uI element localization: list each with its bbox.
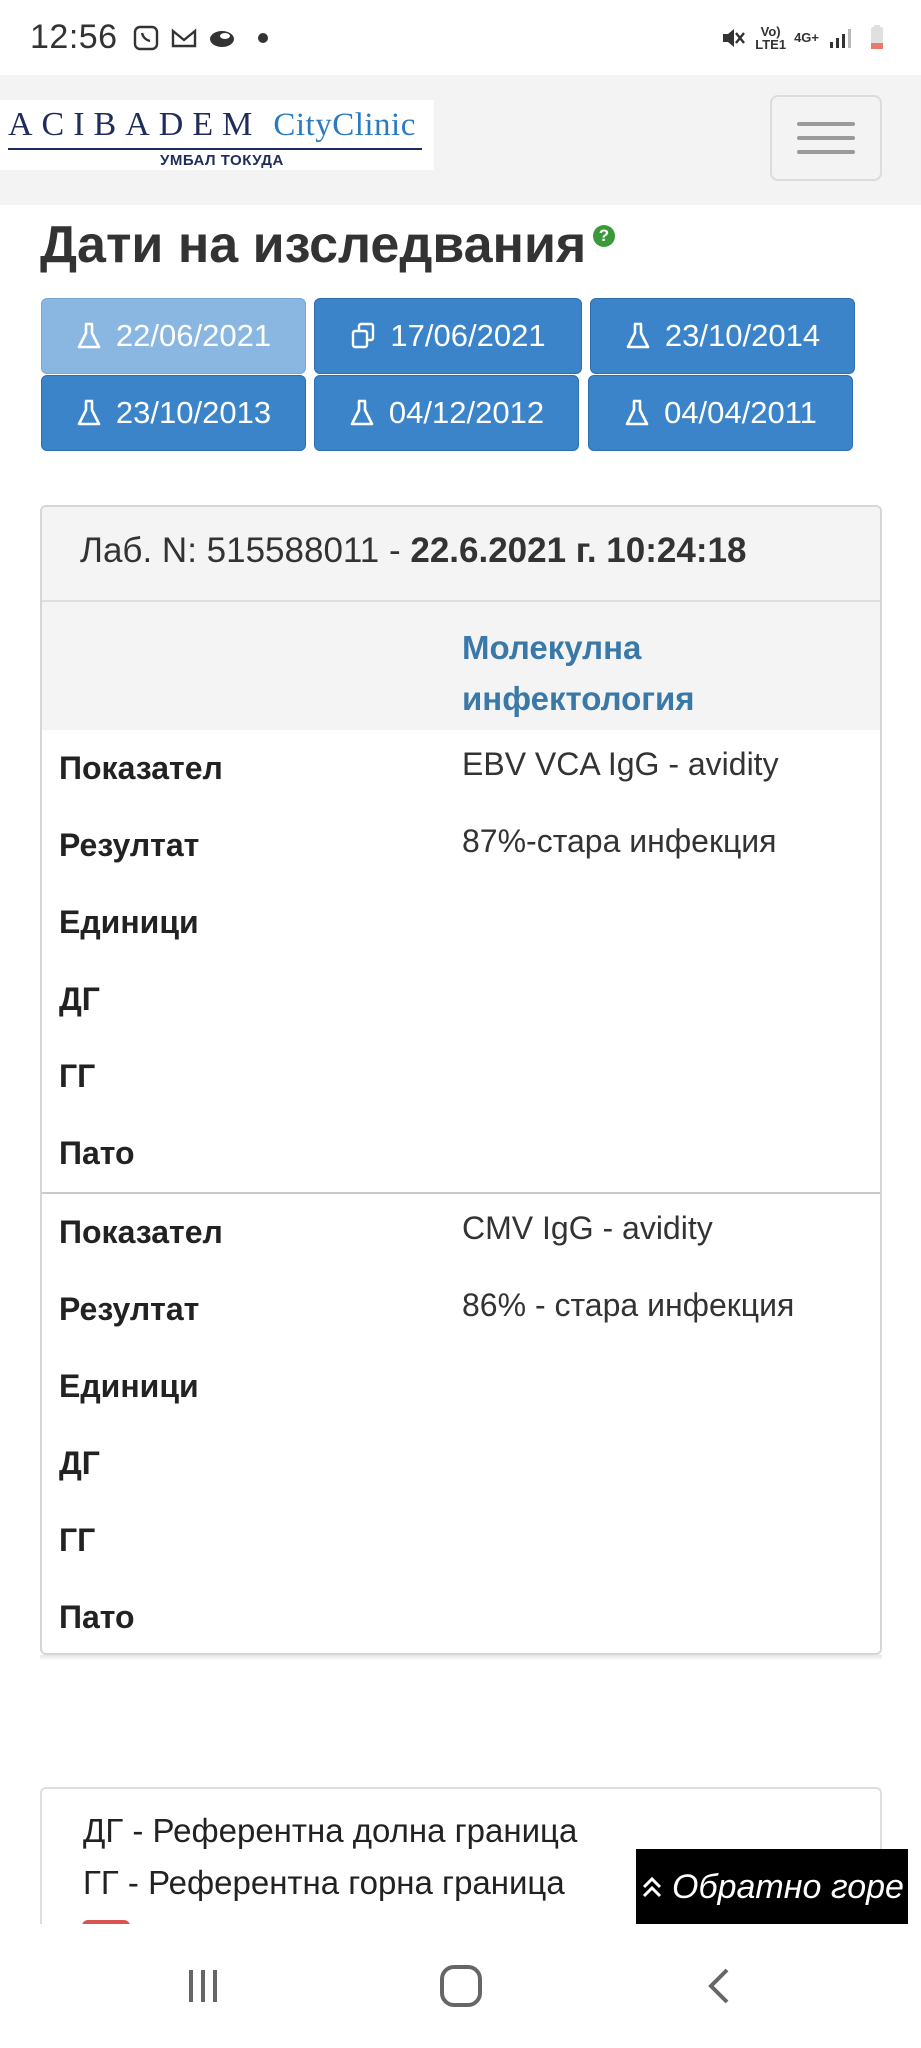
- result-row-units: Единици: [42, 1348, 880, 1425]
- logo-brand: ACIBADEM: [8, 106, 262, 143]
- result-row-result: Резултат 86% - стара инфекция: [42, 1271, 880, 1348]
- row-value: EBV VCA IgG - avidity: [462, 746, 779, 782]
- flask-icon: [625, 399, 649, 426]
- category-label[interactable]: Молекулна инфектология: [462, 622, 822, 724]
- row-label: Резултат: [59, 1291, 200, 1327]
- row-label: Пато: [59, 1599, 135, 1635]
- dates-title: Дати на изследвания: [40, 216, 587, 274]
- result-block: Показател EBV VCA IgG - avidity Резултат…: [42, 730, 880, 1192]
- back-to-top-button[interactable]: Обратно горе: [636, 1849, 908, 1925]
- recents-button[interactable]: [168, 1954, 238, 2018]
- result-row-patho: Пато: [42, 1115, 880, 1192]
- result-row-indicator: Показател EBV VCA IgG - avidity: [42, 730, 880, 807]
- system-status-icons: Vo) LTE1 4G+: [719, 24, 891, 52]
- recents-icon: [189, 1970, 217, 2002]
- category-row: Молекулна инфектология: [42, 602, 880, 730]
- row-label: ГГ: [59, 1058, 96, 1094]
- date-button-23-10-2013[interactable]: 23/10/2013: [41, 375, 306, 451]
- date-button-04-12-2012[interactable]: 04/12/2012: [314, 375, 579, 451]
- date-button-17-06-2021[interactable]: 17/06/2021: [314, 298, 582, 374]
- flask-icon: [77, 399, 101, 426]
- dates-panel: Дати на изследвания ? 22/06/2021 17/06/2…: [40, 205, 882, 455]
- navigation-bar: [0, 1924, 921, 2048]
- lab-card-header: Лаб. N: 515588011 - 22.6.2021 г. 10:24:1…: [42, 507, 880, 602]
- row-label: Единици: [59, 904, 199, 940]
- legend-line-upper-limit: ГГ - Референтна горна граница: [83, 1864, 565, 1901]
- flask-icon: [350, 399, 374, 426]
- row-label: ДГ: [59, 981, 100, 1017]
- result-row-result: Резултат 87%-стара инфекция: [42, 807, 880, 884]
- row-label: Единици: [59, 1368, 199, 1404]
- date-button-04-04-2011[interactable]: 04/04/2011: [588, 375, 853, 451]
- hamburger-menu-button[interactable]: [770, 95, 882, 181]
- copy-icon: [352, 322, 375, 349]
- row-label: ГГ: [59, 1522, 96, 1558]
- status-time: 12:56: [30, 18, 118, 56]
- back-icon: [708, 1968, 729, 2004]
- viber-icon: [133, 25, 158, 50]
- date-label: 22/06/2021: [115, 318, 272, 353]
- gmail-icon: [171, 27, 196, 47]
- result-row-lower-limit: ДГ: [42, 961, 880, 1038]
- mute-icon: [723, 28, 746, 47]
- card-shadow: [40, 1655, 882, 1661]
- row-value: 86% - стара инфекция: [462, 1287, 795, 1323]
- row-label: Резултат: [59, 827, 200, 863]
- date-button-22-06-2021[interactable]: 22/06/2021: [41, 298, 306, 374]
- row-value: 87%-стара инфекция: [462, 823, 777, 859]
- legend-line-lower-limit: ДГ - Референтна долна граница: [83, 1812, 578, 1849]
- site-logo[interactable]: ACIBADEM CityClinic УМБАЛ ТОКУДА: [0, 100, 434, 170]
- date-label: 23/10/2014: [664, 318, 821, 353]
- back-button[interactable]: [684, 1954, 754, 2018]
- lab-result-card: Лаб. N: 515588011 - 22.6.2021 г. 10:24:1…: [40, 505, 882, 1655]
- date-label: 04/12/2012: [388, 395, 545, 430]
- lab-number-heading: Лаб. N: 515588011 - 22.6.2021 г. 10:24:1…: [80, 531, 747, 570]
- result-row-upper-limit: ГГ: [42, 1502, 880, 1579]
- row-label: ДГ: [59, 1445, 100, 1481]
- logo-city: CityClinic: [273, 107, 416, 143]
- result-block: Показател CMV IgG - avidity Резултат 86%…: [42, 1192, 880, 1653]
- network-type: 4G+: [794, 30, 819, 45]
- row-label: Показател: [59, 750, 223, 786]
- home-icon: [440, 1965, 482, 2007]
- date-label: 04/04/2011: [664, 395, 817, 430]
- more-notifications-dot: [257, 32, 268, 43]
- logo-divider: [8, 148, 422, 150]
- back-to-top-label: Обратно горе: [672, 1867, 904, 1906]
- battery-icon: [871, 24, 883, 49]
- double-chevron-up-icon: [642, 1876, 662, 1898]
- home-button[interactable]: [426, 1954, 496, 2018]
- signal-icon: [830, 28, 851, 48]
- logo-subtitle: УМБАЛ ТОКУДА: [160, 152, 284, 169]
- date-label: 23/10/2013: [115, 395, 272, 430]
- row-label: Пато: [59, 1135, 135, 1171]
- volte-indicator: Vo) LTE1: [755, 23, 787, 52]
- flask-icon: [77, 322, 101, 349]
- flask-icon: [626, 322, 650, 349]
- result-row-upper-limit: ГГ: [42, 1038, 880, 1115]
- site-header: ACIBADEM CityClinic УМБАЛ ТОКУДА: [0, 75, 921, 205]
- row-label: Показател: [59, 1214, 223, 1250]
- date-label: 17/06/2021: [390, 318, 546, 353]
- result-row-patho: Пато: [42, 1579, 880, 1653]
- result-row-lower-limit: ДГ: [42, 1425, 880, 1502]
- help-icon[interactable]: ?: [593, 225, 615, 247]
- status-bar: 12:56 Vo) LTE1 4G+: [0, 0, 921, 75]
- app-notification-icon: [209, 30, 234, 47]
- result-row-units: Единици: [42, 884, 880, 961]
- hamburger-icon: [797, 122, 855, 126]
- result-row-indicator: Показател CMV IgG - avidity: [42, 1194, 880, 1271]
- date-button-23-10-2014[interactable]: 23/10/2014: [590, 298, 855, 374]
- row-value: CMV IgG - avidity: [462, 1210, 713, 1246]
- notification-icons: [132, 24, 268, 52]
